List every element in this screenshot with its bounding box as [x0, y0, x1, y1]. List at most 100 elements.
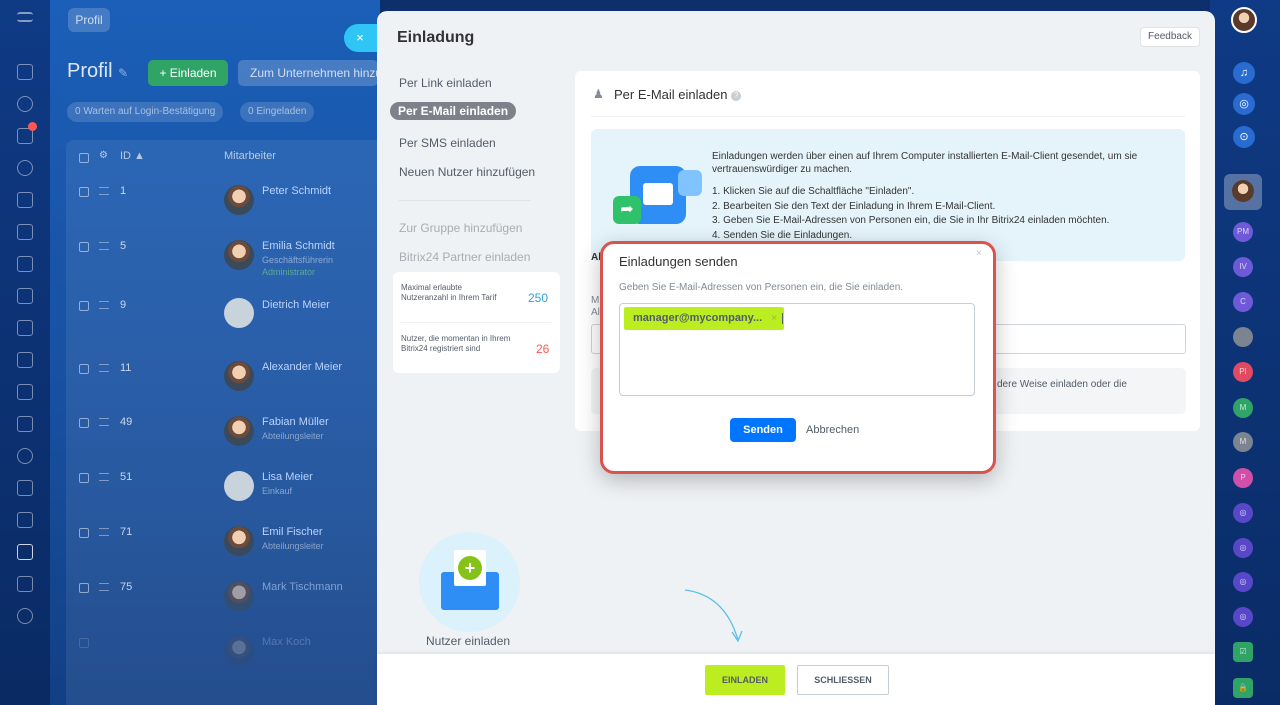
home-icon[interactable] [17, 64, 33, 80]
row-checkbox[interactable] [79, 364, 89, 374]
row-id: 75 [120, 581, 133, 593]
analytics-icon[interactable] [17, 384, 33, 400]
employee-name[interactable]: Emilia Schmidt [262, 240, 335, 252]
employee-admin-badge: Administrator [262, 267, 316, 277]
search-chat-icon[interactable]: ⊙ [1233, 126, 1255, 148]
group-chat-icon[interactable]: ◎ [1233, 572, 1253, 592]
feed-icon[interactable] [17, 96, 33, 112]
employee-name[interactable]: Emil Fischer [262, 526, 323, 538]
company-icon[interactable] [17, 544, 33, 560]
chat-avatar-photo[interactable] [1233, 327, 1253, 347]
send-button[interactable]: Senden [730, 418, 796, 442]
row-menu-icon[interactable] [99, 473, 109, 481]
settings-icon[interactable] [17, 608, 33, 624]
chat-avatar-m-gray[interactable]: M [1233, 432, 1253, 452]
row-menu-icon[interactable] [99, 301, 109, 309]
chat-avatar-p[interactable]: P [1233, 468, 1253, 488]
edit-icon[interactable]: ✎ [118, 66, 128, 80]
copilot-chat-icon[interactable]: ◎ [1233, 607, 1253, 627]
sign-icon[interactable] [17, 480, 33, 496]
copilot-icon[interactable]: ◎ [1233, 93, 1255, 115]
popup-close-icon[interactable]: × [976, 248, 982, 259]
calendar-icon[interactable] [17, 256, 33, 272]
row-checkbox[interactable] [79, 242, 89, 252]
store-icon[interactable] [17, 512, 33, 528]
copilot-chat-icon[interactable]: ◎ [1233, 503, 1253, 523]
row-checkbox[interactable] [79, 583, 89, 593]
row-menu-icon[interactable] [99, 418, 109, 426]
help-icon[interactable]: ? [731, 90, 742, 101]
right-rail: ♫ ◎ ⊙ [1210, 0, 1280, 705]
groups-icon[interactable] [17, 576, 33, 592]
active-chat-item[interactable] [1224, 174, 1262, 210]
employee-name[interactable]: Peter Schmidt [262, 185, 331, 197]
checklist-icon[interactable] [17, 352, 33, 368]
menu-add-new-user[interactable]: Neuen Nutzer hinzufügen [399, 165, 535, 179]
row-checkbox[interactable] [79, 301, 89, 311]
row-menu-icon[interactable] [99, 187, 109, 195]
menu-add-to-group[interactable]: Zur Gruppe hinzufügen [399, 221, 522, 235]
settings-gear-icon[interactable]: ⚙ [99, 150, 108, 161]
select-all-checkbox[interactable] [79, 153, 89, 163]
column-id[interactable]: ID ▲ [120, 150, 145, 162]
close-button[interactable]: SCHLIESSEN [797, 665, 889, 695]
chat-avatar-m-green[interactable]: M [1233, 398, 1253, 418]
add-to-company-button[interactable]: Zum Unternehmen hinzufügen [238, 60, 378, 86]
employee-name[interactable]: Mark Tischmann [262, 581, 343, 593]
row-menu-icon[interactable] [99, 528, 109, 536]
documents-icon[interactable] [17, 192, 33, 208]
chat-avatar-pi[interactable]: PI [1233, 362, 1253, 382]
row-id: 9 [120, 299, 127, 311]
row-checkbox[interactable] [79, 187, 89, 197]
target-icon[interactable] [17, 448, 33, 464]
row-checkbox[interactable] [79, 418, 89, 428]
chat-avatar-iv[interactable]: IV [1233, 257, 1253, 277]
column-employee[interactable]: Mitarbeiter [224, 150, 276, 162]
employee-name[interactable]: Fabian Müller [262, 416, 329, 428]
employee-name[interactable]: Alexander Meier [262, 361, 342, 373]
row-menu-icon[interactable] [99, 583, 109, 591]
breadcrumb[interactable]: Profil [68, 8, 110, 32]
employee-name[interactable]: Dietrich Meier [262, 299, 330, 311]
row-checkbox[interactable] [79, 528, 89, 538]
close-slider-button[interactable]: × [344, 24, 380, 52]
menu-invite-partner[interactable]: Bitrix24 Partner einladen [399, 250, 530, 264]
info-step-1: 1. Klicken Sie auf die Schaltfläche "Ein… [712, 186, 915, 197]
drive-icon[interactable] [17, 224, 33, 240]
remove-tag-icon[interactable]: × [771, 307, 777, 330]
forward-icon: ➦ [613, 196, 641, 224]
row-checkbox[interactable] [79, 638, 89, 648]
menu-invite-link[interactable]: Per Link einladen [399, 76, 492, 90]
schedule-icon[interactable] [17, 320, 33, 336]
bell-icon[interactable]: ♫ [1233, 62, 1255, 84]
invited-chip[interactable]: 0 Eingeladen [240, 102, 315, 122]
menu-invite-sms[interactable]: Per SMS einladen [399, 136, 496, 150]
employee-name[interactable]: Lisa Meier [262, 471, 313, 483]
current-users-value: 26 [536, 342, 550, 356]
waiting-login-chip[interactable]: 0 Warten auf Login-Bestätigung [67, 102, 224, 122]
copilot-chat-icon[interactable]: ◎ [1233, 538, 1253, 558]
employee-role: Einkauf [262, 486, 293, 496]
email-tag[interactable]: manager@mycompany... × [624, 307, 785, 330]
invite-button[interactable]: + Einladen [148, 60, 228, 86]
row-menu-icon[interactable] [99, 242, 109, 250]
invite-users-label: Nutzer einladen [426, 634, 511, 648]
text-cursor [782, 313, 783, 324]
chat-avatar-pm[interactable]: PM [1233, 222, 1253, 242]
row-checkbox[interactable] [79, 473, 89, 483]
checklist-chat-icon[interactable]: ☑ [1233, 642, 1253, 662]
menu-icon[interactable] [17, 12, 33, 22]
menu-invite-email[interactable]: Per E-Mail einladen [390, 102, 517, 120]
lock-icon[interactable]: 🔒 [1233, 678, 1253, 698]
row-menu-icon[interactable] [99, 364, 109, 372]
invite-submit-button[interactable]: EINLADEN [705, 665, 785, 695]
user-avatar[interactable] [1231, 7, 1257, 33]
employees-icon[interactable] [17, 160, 33, 176]
card-title: Per E-Mail einladen ? [614, 87, 742, 102]
chat-icon[interactable] [17, 288, 33, 304]
cancel-button[interactable]: Abbrechen [806, 424, 859, 436]
employee-name[interactable]: Max Koch [262, 636, 311, 648]
feedback-button[interactable]: Feedback [1140, 27, 1200, 47]
cart-icon[interactable] [17, 416, 33, 432]
chat-avatar-c[interactable]: C [1233, 292, 1253, 312]
